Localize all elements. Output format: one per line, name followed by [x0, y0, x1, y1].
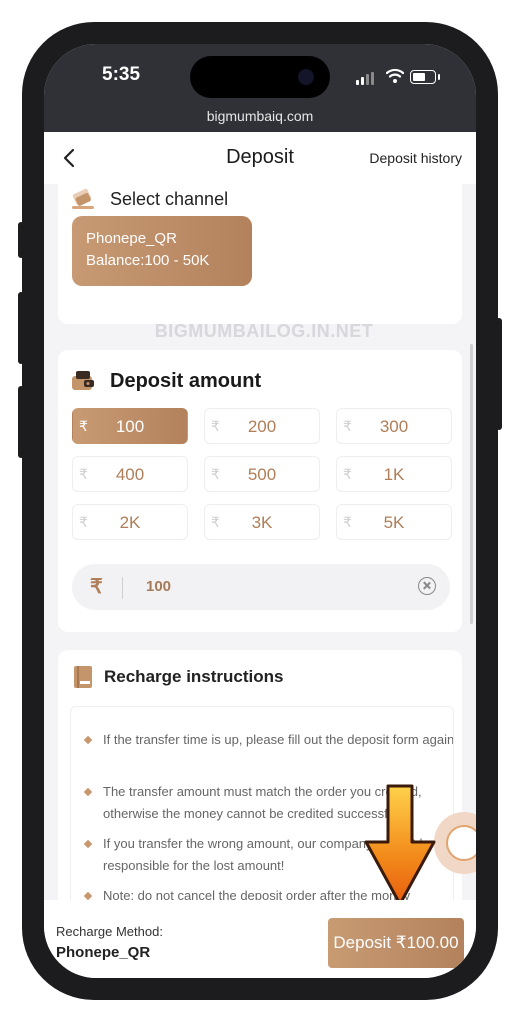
nav-bar: Deposit Deposit history	[44, 132, 476, 184]
input-divider	[122, 577, 123, 599]
channel-option-phonepe[interactable]: Phonepe_QR Balance:100 - 50K	[72, 216, 252, 286]
deposit-amount-header: Deposit amount	[70, 368, 261, 394]
channel-balance: Balance:100 - 50K	[86, 252, 210, 269]
amount-input[interactable]: ₹ 100	[72, 564, 450, 610]
amount-option-100[interactable]: ₹100	[72, 408, 188, 444]
headset-icon	[446, 825, 476, 861]
scrollbar[interactable]	[470, 344, 473, 624]
amount-input-value[interactable]: 100	[146, 578, 171, 595]
dynamic-island	[190, 56, 330, 98]
deposit-button[interactable]: Deposit ₹100.00	[328, 918, 464, 968]
phone-power-button	[496, 318, 502, 430]
wallet-icon	[72, 371, 94, 390]
status-time: 5:35	[102, 64, 141, 85]
url-bar[interactable]: bigmumbaiq.com	[44, 108, 476, 124]
recharge-method-label: Recharge Method:	[56, 924, 163, 939]
amount-option-5k[interactable]: ₹5K	[336, 504, 452, 540]
instruction-item: If the transfer time is up, please fill …	[83, 729, 453, 751]
instructions-title: Recharge instructions	[104, 667, 284, 686]
watermark-text: BIGMUMBAILOG.IN.NET	[154, 321, 374, 341]
channel-header: Select channel	[70, 186, 228, 212]
amount-grid: ₹100 ₹200 ₹300 ₹400 ₹500 ₹1K ₹2K ₹3K ₹5K	[72, 408, 454, 540]
amount-option-2k[interactable]: ₹2K	[72, 504, 188, 540]
instructions-header: Recharge instructions	[70, 664, 284, 690]
battery-icon	[410, 70, 440, 84]
phone-volume-up-button	[18, 292, 24, 364]
channel-card: Select channel Phonepe_QR Balance:100 - …	[58, 184, 462, 324]
amount-option-200[interactable]: ₹200	[204, 408, 320, 444]
status-bar: 5:35 bigmumbaiq.com	[44, 44, 476, 132]
deposit-amount-title: Deposit amount	[110, 369, 262, 392]
deposit-history-link[interactable]: Deposit history	[369, 150, 462, 166]
down-arrow-icon	[364, 784, 436, 906]
wifi-icon	[386, 68, 404, 83]
rupee-icon: ₹	[90, 576, 103, 598]
card-icon	[72, 188, 94, 209]
screen: 5:35 bigmumbaiq.com Deposit Deposit hist…	[44, 44, 476, 978]
channel-name: Phonepe_QR	[86, 230, 177, 247]
deposit-amount-card: Deposit amount ₹100 ₹200 ₹300 ₹400 ₹500 …	[58, 350, 462, 632]
amount-option-300[interactable]: ₹300	[336, 408, 452, 444]
bottom-bar: Recharge Method: Phonepe_QR Deposit ₹100…	[44, 900, 476, 978]
clear-icon[interactable]	[418, 577, 436, 595]
book-icon	[74, 666, 92, 688]
channel-section-title: Select channel	[110, 188, 229, 209]
amount-option-1k[interactable]: ₹1K	[336, 456, 452, 492]
phone-side-button	[18, 222, 24, 258]
amount-option-3k[interactable]: ₹3K	[204, 504, 320, 540]
amount-option-500[interactable]: ₹500	[204, 456, 320, 492]
phone-volume-down-button	[18, 386, 24, 458]
recharge-method-value: Phonepe_QR	[56, 944, 151, 961]
amount-option-400[interactable]: ₹400	[72, 456, 188, 492]
